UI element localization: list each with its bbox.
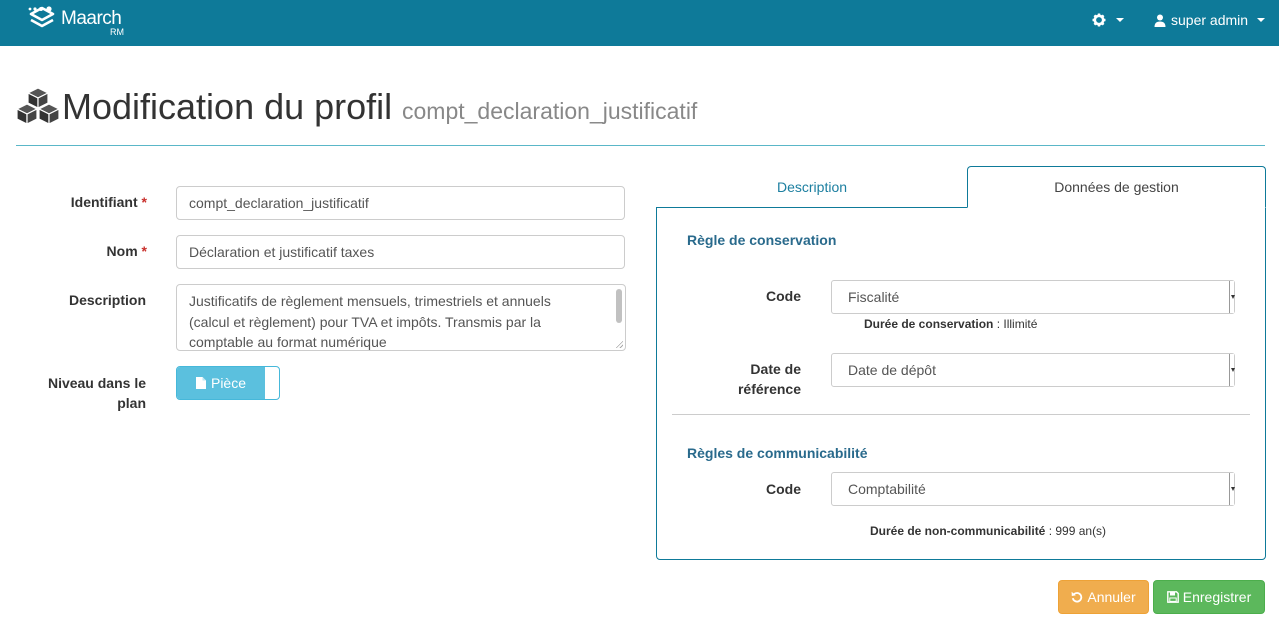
top-navbar: Maarch RM super admin: [0, 0, 1279, 46]
date-reference-value: Date de dépôt: [848, 362, 936, 378]
nom-input[interactable]: Déclaration et justificatif taxes: [176, 235, 625, 269]
gear-icon: [1092, 13, 1106, 27]
chevron-down-icon: [1116, 18, 1124, 22]
required-marker: *: [141, 194, 147, 210]
duree-conservation-value: : Illimité: [993, 317, 1038, 331]
brand-logo[interactable]: Maarch RM: [28, 6, 138, 40]
nom-label: Nom *: [40, 243, 147, 259]
conservation-code-value: Fiscalité: [848, 289, 900, 305]
section-divider: [672, 414, 1250, 415]
tab-description[interactable]: Description: [657, 166, 967, 208]
file-icon: [195, 377, 206, 389]
select-arrow-icon: [1229, 281, 1235, 313]
user-icon: [1154, 14, 1166, 27]
tab-panel-gestion: Règle de conservation Code Fiscalité Dur…: [656, 207, 1266, 560]
niveau-label: Niveau dans le plan: [20, 373, 146, 413]
communicabilite-section-title: Règles de communicabilité: [687, 445, 868, 461]
user-menu[interactable]: super admin: [1154, 12, 1266, 28]
comm-code-label: Code: [766, 481, 801, 497]
chevron-down-icon: [1257, 18, 1266, 22]
duree-conservation-label: Durée de conservation: [864, 317, 994, 331]
toggle-label: Pièce: [210, 375, 247, 391]
non-communicabilite-help: Durée de non-communicabilité : 999 an(s): [870, 524, 1106, 538]
textarea-scrollbar[interactable]: [616, 289, 622, 323]
niveau-label-line2: plan: [117, 395, 146, 411]
identifiant-label: Identifiant *: [40, 194, 147, 210]
date-reference-label: Date de référence: [671, 359, 801, 399]
date-reference-label-line1: Date de: [750, 361, 801, 377]
date-reference-select[interactable]: Date de dépôt: [831, 353, 1235, 387]
save-button-label: Enregistrer: [1182, 589, 1252, 605]
brand-dots-icon: [28, 6, 52, 12]
conservation-section-title: Règle de conservation: [687, 232, 837, 248]
duree-conservation-help: Durée de conservation : Illimité: [864, 317, 1037, 331]
description-label: Description: [68, 292, 146, 308]
tab-donnees-de-gestion[interactable]: Données de gestion: [967, 166, 1266, 208]
page-subtitle: compt_declaration_justificatif: [402, 98, 698, 124]
niveau-toggle[interactable]: Pièce: [176, 366, 280, 400]
save-button[interactable]: Enregistrer: [1153, 580, 1265, 614]
undo-icon: [1071, 591, 1083, 603]
page-title: Modification du profil: [62, 86, 393, 127]
cancel-button-label: Annuler: [1087, 589, 1136, 605]
toggle-on-state: Pièce: [177, 367, 265, 399]
cancel-button[interactable]: Annuler: [1058, 580, 1149, 614]
select-arrow-icon: [1229, 354, 1235, 386]
select-arrow-icon: [1229, 473, 1235, 505]
page-header: Modification du profil compt_declaration…: [16, 80, 1265, 146]
brand-subtitle: RM: [110, 27, 124, 37]
non-communicabilite-value: : 999 an(s): [1045, 524, 1107, 538]
user-name: super admin: [1171, 12, 1249, 28]
resize-handle-icon[interactable]: [615, 340, 623, 348]
conservation-code-select[interactable]: Fiscalité: [831, 280, 1235, 314]
description-textarea[interactable]: Justificatifs de règlement mensuels, tri…: [176, 284, 626, 351]
cubes-icon: [16, 87, 60, 125]
required-marker: *: [141, 243, 147, 259]
niveau-label-line1: Niveau dans le: [47, 375, 146, 391]
nom-label-text: Nom: [106, 243, 138, 259]
identifiant-input[interactable]: compt_declaration_justificatif: [176, 186, 625, 220]
floppy-disk-icon: [1166, 591, 1179, 603]
settings-menu[interactable]: [1092, 13, 1124, 27]
identifiant-label-text: Identifiant: [70, 194, 138, 210]
communicabilite-code-select[interactable]: Comptabilité: [831, 472, 1235, 506]
code-label: Code: [766, 288, 801, 304]
non-communicabilite-label: Durée de non-communicabilité: [870, 524, 1046, 538]
description-text: Justificatifs de règlement mensuels, tri…: [189, 293, 551, 350]
communicabilite-code-value: Comptabilité: [848, 481, 926, 497]
date-reference-label-line2: référence: [737, 381, 801, 397]
